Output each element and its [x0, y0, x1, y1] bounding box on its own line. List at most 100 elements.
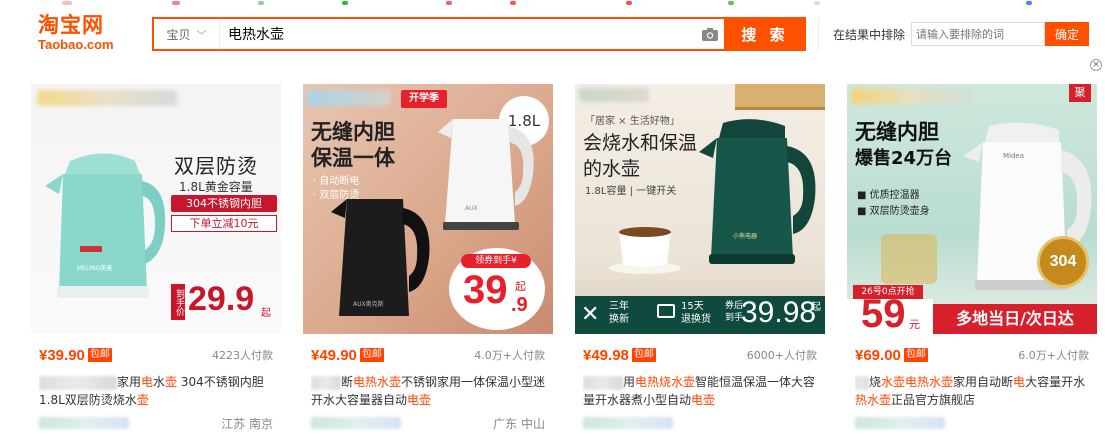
product-image[interactable]: 「居家 × 生活好物」 会烧水和保温 的水壶 1.8L容量 | 一键开关 小熊电…	[575, 84, 825, 334]
product-image[interactable]: 开学季 无缝内胆 保温一体 · 自动断电 · 双层防烫 1.8L AUX AUX…	[303, 84, 553, 334]
search-input[interactable]	[220, 19, 696, 49]
svg-text:AUX: AUX	[465, 205, 478, 212]
header: 淘宝网 Taobao.com 宝贝 ﹀ 搜 索 在结果中排除 确定 ×	[0, 8, 1105, 71]
img-feature-1: · 自动断电	[313, 176, 360, 187]
search-category-select[interactable]: 宝贝 ﹀	[154, 19, 220, 49]
sold-count: 4.0万+人付款	[474, 349, 545, 362]
title-keyword: 热水壶	[855, 393, 892, 407]
blurred-shop-name[interactable]	[39, 417, 129, 429]
product-card[interactable]: 「居家 × 生活好物」 会烧水和保温 的水壶 1.8L容量 | 一键开关 小熊电…	[575, 84, 825, 436]
chevron-down-icon: ﹀	[196, 30, 207, 42]
title-keyword: 壶	[165, 375, 178, 389]
img-feature-1: ■ 优质控温器	[857, 190, 920, 201]
title-keyword: 壶	[136, 393, 149, 407]
blurred-title-segment	[311, 375, 341, 390]
img-headline: 双层防烫	[174, 154, 258, 178]
blurred-shop-tag	[37, 90, 177, 106]
img-service-2: 15天 退换货	[681, 300, 711, 326]
img-seal: 304	[1037, 236, 1089, 288]
exclude-confirm-button[interactable]: 确定	[1045, 22, 1090, 46]
img-delivery-banner: 多地当日/次日达	[933, 304, 1097, 334]
location: 江苏 南京	[221, 416, 273, 431]
img-service-1: 三年 换新	[609, 300, 629, 326]
img-ribbon: 开学季	[401, 90, 447, 108]
location: 广东 中山	[493, 416, 545, 431]
exclude-input[interactable]	[911, 22, 1046, 46]
exclude-panel: 在结果中排除 确定	[818, 17, 1098, 51]
kettle-brand: 小熊电器	[733, 232, 757, 240]
kettle-brand: Midea	[1003, 152, 1024, 160]
img-price: 39	[463, 268, 508, 312]
blurred-shop-tag	[307, 90, 391, 106]
camera-icon[interactable]	[696, 27, 724, 42]
truck-icon	[657, 304, 675, 318]
title-text: 家用	[117, 375, 142, 389]
img-frame-decor	[735, 84, 825, 110]
product-card[interactable]: 聚 无缝内胆 爆售24万台 ■ 优质控温器 ■ 双层防烫壶身 Midea 304…	[847, 84, 1097, 436]
product-title[interactable]: 用电热烧水壶智能恒温保温一体大容量开水器煮小型自动电壶	[583, 373, 821, 411]
product-image[interactable]: 聚 无缝内胆 爆售24万台 ■ 优质控温器 ■ 双层防烫壶身 Midea 304…	[847, 84, 1097, 334]
img-headline-2: 爆售24万台	[855, 148, 953, 169]
img-price-unit: 起	[811, 302, 821, 313]
img-headline-1: 会烧水和保温	[583, 132, 698, 154]
blurred-title-segment	[39, 375, 117, 390]
title-text: 用	[623, 375, 636, 389]
blurred-shop-tag	[851, 88, 971, 104]
img-headline-1: 无缝内胆	[855, 120, 939, 144]
blurred-shop-name[interactable]	[311, 417, 401, 429]
free-shipping-badge: 包邮	[359, 348, 384, 362]
blurred-shop-name[interactable]	[855, 417, 945, 429]
img-corner-tag: 聚	[1069, 84, 1091, 102]
img-sub: 1.8L黄金容量	[179, 180, 253, 194]
title-keyword: 电	[141, 375, 154, 389]
wrench-icon: ✕	[581, 302, 600, 327]
logo-en: Taobao.com	[38, 37, 114, 52]
close-icon[interactable]: ×	[1090, 59, 1102, 71]
search-button[interactable]: 搜 索	[724, 17, 806, 51]
free-shipping-badge: 包邮	[903, 348, 928, 362]
product-title[interactable]: 断电热水壶不锈钢家用一体保温小型迷开水大容量器自动电壶	[311, 373, 549, 411]
taobao-logo[interactable]: 淘宝网 Taobao.com	[38, 12, 138, 58]
white-kettle-illustration: AUX	[438, 119, 534, 230]
price: ¥69.00	[855, 346, 901, 364]
location-row	[583, 415, 817, 431]
tea-glass-illustration	[881, 234, 937, 284]
kettle-brand: AUX奥克斯	[353, 300, 384, 308]
img-service-1a: 三年	[609, 301, 629, 312]
img-price-prefix: 领券到手¥	[461, 254, 531, 268]
img-sub: 1.8L容量 | 一键开关	[585, 186, 677, 197]
product-title[interactable]: 家用电水壶 304不锈钢内胆1.8L双层防烫烧水壶	[39, 373, 277, 411]
location-row: 江苏 南京	[39, 415, 273, 431]
product-title[interactable]: 烧水壶电热水壶家用自动断电大容量开水热水壶正品官方旗舰店	[855, 373, 1093, 411]
product-card[interactable]: 开学季 无缝内胆 保温一体 · 自动断电 · 双层防烫 1.8L AUX AUX…	[303, 84, 553, 436]
black-kettle-illustration: AUX奥克斯	[331, 199, 430, 316]
price: ¥49.98	[583, 346, 629, 364]
img-price: 39.98	[741, 296, 817, 329]
img-price-unit: 元	[909, 318, 920, 331]
img-price-decimal: .9	[511, 294, 528, 316]
blurred-shop-name[interactable]	[583, 417, 673, 429]
price-row: ¥39.90 包邮 4223人付款	[39, 346, 273, 364]
price-row: ¥69.00 包邮 6.0万+人付款	[855, 346, 1089, 364]
title-text: 断	[341, 375, 354, 389]
img-service-2a: 15天	[681, 301, 704, 312]
product-image[interactable]: MELING美菱 双层防烫 1.8L黄金容量 304不锈钢内胆 下单立减10元 …	[31, 84, 281, 334]
img-headline-2: 保温一体	[311, 146, 395, 170]
title-keyword: 电壶	[407, 393, 432, 407]
title-text: 水	[153, 375, 166, 389]
top-color-strip	[0, 0, 1105, 6]
sold-count: 6.0万+人付款	[1018, 349, 1089, 362]
title-text: 正品官方旗舰店	[891, 393, 976, 407]
price: ¥39.90	[39, 346, 85, 364]
price-row: ¥49.98 包邮 6000+人付款	[583, 346, 817, 364]
img-price-unit: 起	[515, 280, 526, 293]
sold-count: 6000+人付款	[746, 349, 817, 362]
exclude-label: 在结果中排除	[833, 27, 906, 42]
blurred-title-segment	[583, 375, 623, 390]
title-text: 烧	[869, 375, 882, 389]
product-card[interactable]: MELING美菱 双层防烫 1.8L黄金容量 304不锈钢内胆 下单立减10元 …	[31, 84, 281, 436]
img-price-prefix: 到手价	[171, 284, 185, 320]
location-row: 广东 中山	[311, 415, 545, 431]
logo-cn: 淘宝网	[38, 13, 104, 37]
search-category-label: 宝贝	[166, 27, 191, 42]
